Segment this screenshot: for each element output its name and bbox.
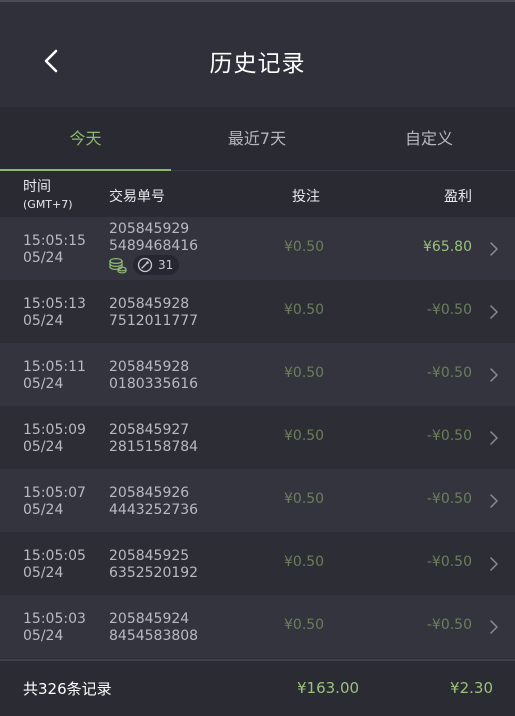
row-date: 05/24 — [23, 376, 64, 392]
table-row[interactable]: 15:05:11 05/24 205845928 0180335616 ¥0.5… — [0, 343, 515, 406]
total-bet: ¥163.00 — [297, 679, 360, 697]
gauge-icon — [137, 257, 153, 273]
table-row[interactable]: 15:05:03 05/24 205845924 8454583808 ¥0.5… — [0, 595, 515, 658]
chevron-right-icon[interactable] — [489, 619, 499, 635]
chevron-right-icon[interactable] — [489, 367, 499, 383]
row-date: 05/24 — [23, 313, 64, 329]
row-time: 15:05:15 — [23, 233, 86, 249]
row-order-number: 205845925 6352520192 — [109, 548, 198, 582]
row-bet: ¥0.50 — [284, 239, 325, 255]
total-profit: ¥2.30 — [450, 679, 493, 697]
chevron-right-icon[interactable] — [489, 430, 499, 446]
row-time: 15:05:11 — [23, 359, 86, 375]
table-row[interactable]: 15:05:15 05/24 205845929 5489468416 31 ¥… — [0, 217, 515, 280]
row-profit: -¥0.50 — [426, 554, 472, 570]
row-date: 05/24 — [23, 565, 64, 581]
table-row[interactable]: 15:05:07 05/24 205845926 4443252736 ¥0.5… — [0, 469, 515, 532]
row-datetime: 15:05:11 05/24 — [23, 359, 86, 393]
chevron-right-icon[interactable] — [489, 556, 499, 572]
table-row[interactable]: 15:05:05 05/24 205845925 6352520192 ¥0.5… — [0, 532, 515, 595]
row-order-number: 205845926 4443252736 — [109, 485, 198, 519]
records-list: 15:05:15 05/24 205845929 5489468416 31 ¥… — [0, 217, 515, 658]
order-number-line2: 8454583808 — [109, 628, 199, 644]
page-title: 历史记录 — [209, 51, 306, 77]
order-number-line1: 205845928 — [109, 296, 190, 312]
order-number-line1: 205845929 — [109, 221, 190, 237]
tab-last-7-days[interactable]: 最近7天 — [171, 107, 343, 171]
row-date: 05/24 — [23, 250, 64, 266]
order-number-line1: 205845925 — [109, 548, 190, 564]
record-count: 共326条记录 — [23, 680, 112, 698]
row-bet: ¥0.50 — [284, 554, 325, 570]
row-badges: 31 — [109, 255, 180, 275]
row-profit: -¥0.50 — [426, 491, 472, 507]
row-time: 15:05:09 — [23, 422, 86, 438]
row-date: 05/24 — [23, 628, 64, 644]
row-profit: -¥0.50 — [426, 617, 472, 633]
multiplier-count: 31 — [158, 258, 174, 272]
multiplier-badge: 31 — [133, 255, 180, 275]
chevron-right-icon[interactable] — [489, 493, 499, 509]
column-time: 时间 (GMT+7) — [23, 179, 73, 213]
column-time-label: 时间 — [23, 179, 51, 195]
summary-footer: 共326条记录 ¥163.00 ¥2.30 — [0, 659, 515, 716]
chevron-right-icon[interactable] — [489, 304, 499, 320]
row-datetime: 15:05:15 05/24 — [23, 233, 86, 267]
order-number-line1: 205845928 — [109, 359, 190, 375]
tab-custom[interactable]: 自定义 — [343, 107, 515, 171]
order-number-line2: 2815158784 — [109, 439, 199, 455]
row-datetime: 15:05:03 05/24 — [23, 611, 86, 645]
row-bet: ¥0.50 — [284, 365, 325, 381]
table-row[interactable]: 15:05:09 05/24 205845927 2815158784 ¥0.5… — [0, 406, 515, 469]
row-time: 15:05:13 — [23, 296, 86, 312]
row-order-number: 205845928 0180335616 — [109, 359, 198, 393]
row-profit: ¥65.80 — [423, 239, 472, 255]
row-datetime: 15:05:07 05/24 — [23, 485, 86, 519]
row-bet: ¥0.50 — [284, 302, 325, 318]
column-profit: 盈利 — [444, 189, 472, 205]
column-bet: 投注 — [292, 189, 320, 205]
row-order-number: 205845928 7512011777 — [109, 296, 198, 330]
row-bet: ¥0.50 — [284, 491, 325, 507]
row-datetime: 15:05:13 05/24 — [23, 296, 86, 330]
row-profit: -¥0.50 — [426, 365, 472, 381]
column-order: 交易单号 — [109, 189, 165, 205]
row-date: 05/24 — [23, 502, 64, 518]
order-number-line1: 205845927 — [109, 422, 190, 438]
row-time: 15:05:07 — [23, 485, 86, 501]
column-timezone-label: (GMT+7) — [23, 198, 73, 211]
tab-today[interactable]: 今天 — [0, 107, 171, 171]
table-header: 时间 (GMT+7) 交易单号 投注 盈利 — [0, 171, 515, 217]
order-number-line2: 6352520192 — [109, 565, 199, 581]
order-number-line2: 7512011777 — [109, 313, 199, 329]
order-number-line2: 4443252736 — [109, 502, 199, 518]
table-row[interactable]: 15:05:13 05/24 205845928 7512011777 ¥0.5… — [0, 280, 515, 343]
row-time: 15:05:03 — [23, 611, 86, 627]
chevron-right-icon[interactable] — [489, 241, 499, 257]
row-order-number: 205845929 5489468416 — [109, 221, 198, 255]
row-bet: ¥0.50 — [284, 428, 325, 444]
row-profit: -¥0.50 — [426, 302, 472, 318]
coins-stack-icon — [109, 257, 127, 274]
row-datetime: 15:05:09 05/24 — [23, 422, 86, 456]
row-time: 15:05:05 — [23, 548, 86, 564]
row-bet: ¥0.50 — [284, 617, 325, 633]
date-filter-tabs: 今天 最近7天 自定义 — [0, 107, 515, 171]
order-number-line2: 0180335616 — [109, 376, 199, 392]
app-header: 历史记录 — [0, 0, 515, 107]
order-number-line2: 5489468416 — [109, 238, 199, 254]
row-order-number: 205845927 2815158784 — [109, 422, 198, 456]
order-number-line1: 205845924 — [109, 611, 190, 627]
row-datetime: 15:05:05 05/24 — [23, 548, 86, 582]
row-date: 05/24 — [23, 439, 64, 455]
row-order-number: 205845924 8454583808 — [109, 611, 198, 645]
order-number-line1: 205845926 — [109, 485, 190, 501]
row-profit: -¥0.50 — [426, 428, 472, 444]
